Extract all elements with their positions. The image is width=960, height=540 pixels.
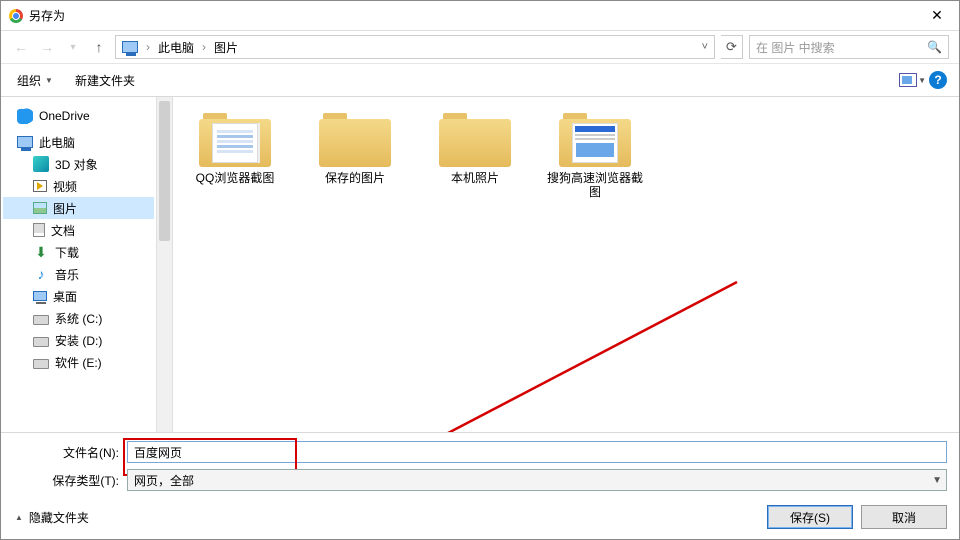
sidebar-item-pictures[interactable]: 图片 (3, 197, 154, 219)
titlebar: 另存为 ✕ (1, 1, 959, 31)
address-dropdown-icon[interactable]: ˅ (702, 41, 708, 53)
sidebar-item-drive-d[interactable]: 安装 (D:) (3, 329, 154, 351)
folder-icon (199, 109, 271, 167)
pictures-icon (33, 202, 47, 214)
folder-item[interactable]: QQ浏览器截图 (187, 109, 283, 199)
sidebar-label: 系统 (C:) (55, 310, 102, 327)
nav-up-button[interactable]: ↑ (89, 37, 109, 57)
organize-label: 组织 (17, 72, 41, 89)
breadcrumb-sep-icon: › (202, 40, 206, 54)
breadcrumb-root[interactable]: 此电脑 (158, 39, 194, 56)
folder-icon (439, 109, 511, 167)
chevron-down-icon: ▼ (918, 76, 926, 85)
folder-label: QQ浏览器截图 (196, 171, 275, 199)
save-button[interactable]: 保存(S) (767, 505, 853, 529)
video-icon (33, 180, 47, 192)
annotation-arrow (327, 272, 747, 432)
search-placeholder: 在 图片 中搜索 (756, 39, 835, 56)
filetype-select[interactable]: 网页，全部 ▼ (127, 469, 947, 491)
folder-icon (559, 109, 631, 167)
folder-label: 本机照片 (451, 171, 499, 199)
folder-item[interactable]: 保存的图片 (307, 109, 403, 199)
collapse-icon: ▲ (15, 513, 23, 522)
recent-locations-button[interactable]: ▾ (63, 37, 83, 57)
filetype-value: 网页，全部 (134, 472, 194, 489)
bottom-pane: 文件名(N): 保存类型(T): 网页，全部 ▼ ▲ 隐藏文件夹 保存(S) 取… (1, 432, 959, 539)
sidebar-item-videos[interactable]: 视频 (3, 175, 154, 197)
nav-forward-button[interactable]: → (37, 37, 57, 57)
drive-icon (33, 359, 49, 369)
sidebar-label: 此电脑 (39, 134, 75, 151)
chevron-down-icon: ▼ (45, 76, 53, 85)
body: OneDrive 此电脑 3D 对象 视频 图片 文档 (1, 97, 959, 432)
toolbar: 组织 ▼ 新建文件夹 ▼ ? (1, 63, 959, 97)
sidebar-label: 桌面 (53, 288, 77, 305)
search-input[interactable]: 在 图片 中搜索 🔍 (749, 35, 949, 59)
cancel-button[interactable]: 取消 (861, 505, 947, 529)
organize-menu[interactable]: 组织 ▼ (13, 70, 57, 91)
sidebar: OneDrive 此电脑 3D 对象 视频 图片 文档 (1, 97, 157, 432)
refresh-button[interactable]: ⟳ (721, 35, 743, 59)
sidebar-item-drive-e[interactable]: 软件 (E:) (3, 351, 154, 373)
filename-input[interactable] (127, 441, 947, 463)
save-as-dialog: 另存为 ✕ ← → ▾ ↑ › 此电脑 › 图片 ˅ ⟳ 在 图片 中搜索 🔍 … (0, 0, 960, 540)
breadcrumb-folder[interactable]: 图片 (214, 39, 238, 56)
chevron-down-icon: ▼ (932, 475, 942, 486)
help-button[interactable]: ? (929, 71, 947, 89)
folder-label: 搜狗高速浏览器截图 (547, 171, 643, 199)
folder-icon (319, 109, 391, 167)
address-bar[interactable]: › 此电脑 › 图片 ˅ (115, 35, 715, 59)
folder-item[interactable]: 本机照片 (427, 109, 523, 199)
documents-icon (33, 223, 45, 237)
desktop-icon (33, 291, 47, 301)
sidebar-label: 音乐 (55, 266, 79, 283)
new-folder-button[interactable]: 新建文件夹 (75, 72, 135, 89)
sidebar-item-drive-c[interactable]: 系统 (C:) (3, 307, 154, 329)
nav-back-button[interactable]: ← (11, 37, 31, 57)
folder-label: 保存的图片 (325, 171, 385, 199)
sidebar-label: 图片 (53, 200, 77, 217)
sidebar-label: 视频 (53, 178, 77, 195)
pc-icon (17, 136, 33, 148)
sidebar-item-thispc[interactable]: 此电脑 (3, 131, 154, 153)
sidebar-label: 下载 (55, 244, 79, 261)
sidebar-label: OneDrive (39, 109, 90, 123)
search-icon: 🔍 (927, 40, 942, 54)
sidebar-label: 安装 (D:) (55, 332, 102, 349)
3d-objects-icon (33, 156, 49, 172)
music-icon: ♪ (33, 266, 49, 282)
hide-folders-link[interactable]: 隐藏文件夹 (29, 509, 89, 526)
chrome-icon (9, 9, 23, 23)
drive-icon (33, 337, 49, 347)
sidebar-item-downloads[interactable]: ⬇ 下载 (3, 241, 154, 263)
filetype-label: 保存类型(T): (13, 472, 127, 489)
sidebar-item-onedrive[interactable]: OneDrive (3, 105, 154, 127)
filename-label: 文件名(N): (13, 444, 127, 461)
close-button[interactable]: ✕ (919, 2, 955, 30)
downloads-icon: ⬇ (33, 244, 49, 260)
nav-bar: ← → ▾ ↑ › 此电脑 › 图片 ˅ ⟳ 在 图片 中搜索 🔍 (1, 31, 959, 63)
file-list[interactable]: QQ浏览器截图 保存的图片 本机照片 搜狗高速浏览器截图 (157, 97, 959, 432)
sidebar-item-desktop[interactable]: 桌面 (3, 285, 154, 307)
pc-icon (122, 41, 138, 53)
breadcrumb-sep-icon: › (146, 40, 150, 54)
sidebar-label: 软件 (E:) (55, 354, 102, 371)
sidebar-item-music[interactable]: ♪ 音乐 (3, 263, 154, 285)
folder-item[interactable]: 搜狗高速浏览器截图 (547, 109, 643, 199)
sidebar-label: 3D 对象 (55, 156, 98, 173)
window-title: 另存为 (29, 7, 65, 24)
sidebar-label: 文档 (51, 222, 75, 239)
drive-icon (33, 315, 49, 325)
sidebar-item-documents[interactable]: 文档 (3, 219, 154, 241)
sidebar-item-3d[interactable]: 3D 对象 (3, 153, 154, 175)
onedrive-icon (17, 108, 33, 124)
view-options-button[interactable]: ▼ (899, 73, 917, 87)
